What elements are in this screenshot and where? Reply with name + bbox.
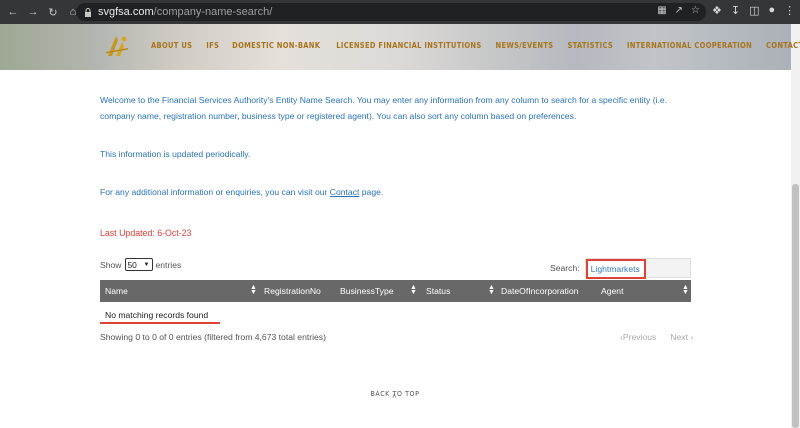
fsa-logo-icon[interactable] — [104, 34, 130, 58]
page-size-control: Show 50 ▼ entries — [100, 258, 181, 271]
search-input[interactable]: Lightmarkets — [584, 258, 691, 279]
menu-ifs[interactable]: IFS — [206, 41, 219, 50]
col-businesstype[interactable]: BusinessType — [340, 286, 394, 296]
page-size-value: 50 — [127, 259, 137, 270]
col-agent[interactable]: Agent — [601, 286, 623, 296]
share-icon[interactable]: ↗ — [675, 5, 683, 16]
side-panel-icon[interactable]: ◫ — [749, 4, 759, 17]
menu-about-us[interactable]: ABOUT US — [151, 41, 192, 50]
forward-icon[interactable]: → — [24, 3, 42, 21]
profile-icon[interactable]: ● — [769, 4, 776, 17]
address-bar[interactable]: svgfsa.com/company-name-search/ ▦ ↗ ☆ — [76, 3, 706, 21]
last-updated: Last Updated: 6-Oct-23 — [100, 228, 192, 238]
translate-icon[interactable]: ▦ — [657, 5, 666, 16]
menu-contact-us[interactable]: CONTACT US — [766, 41, 800, 50]
table-info: Showing 0 to 0 of 0 entries (filtered fr… — [100, 332, 326, 342]
previous-button[interactable]: ‹Previous — [620, 332, 656, 342]
site-header: ABOUT US IFS DOMESTIC NON-BANK LICENSED … — [0, 24, 800, 70]
menu-statistics[interactable]: STATISTICS — [567, 41, 613, 50]
main-menu: ABOUT US IFS DOMESTIC NON-BANK LICENSED … — [151, 41, 800, 50]
intro-paragraph: Welcome to the Financial Services Author… — [100, 95, 668, 121]
col-dateofincorporation[interactable]: DateOfIncorporation — [501, 286, 578, 296]
menu-domestic-non-bank[interactable]: DOMESTIC NON-BANK — [232, 41, 320, 50]
contact-link[interactable]: Contact — [330, 187, 360, 197]
sort-icon[interactable]: ▲ ▼ — [250, 284, 257, 296]
back-to-top-link[interactable]: BACK TO TOP — [0, 390, 790, 398]
table-search: Search: Lightmarkets — [550, 258, 691, 279]
highlight-underline — [100, 322, 220, 324]
pagination: ‹Previous Next › — [620, 332, 693, 342]
show-label: Show — [100, 259, 122, 270]
page-size-select[interactable]: 50 ▼ — [124, 258, 153, 271]
sort-icon[interactable]: ▲ ▼ — [488, 284, 495, 296]
next-label: Next — [670, 332, 688, 342]
bookmark-star-icon[interactable]: ☆ — [691, 5, 700, 16]
url-path: /company-name-search/ — [153, 6, 273, 18]
back-icon[interactable]: ← — [4, 3, 22, 21]
col-registrationno[interactable]: RegistrationNo — [264, 286, 321, 296]
menu-international-cooperation[interactable]: INTERNATIONAL COOPERATION — [627, 41, 752, 50]
extensions-icon[interactable]: ❖ — [712, 4, 722, 17]
contact-note-tail: page. — [359, 187, 384, 197]
menu-kebab-icon[interactable]: ⋮ — [784, 4, 795, 17]
entries-label: entries — [155, 259, 182, 270]
menu-licensed-financial-institutions[interactable]: LICENSED FINANCIAL INSTITUTIONS — [336, 41, 481, 50]
browser-toolbar: ← → ↻ ⌂ svgfsa.com/company-name-search/ … — [0, 0, 800, 24]
sort-icon[interactable]: ▲ ▼ — [682, 284, 689, 296]
lock-icon — [85, 7, 91, 17]
previous-label: Previous — [622, 332, 657, 342]
col-name[interactable]: Name — [105, 286, 128, 296]
empty-message: No matching records found — [105, 310, 209, 320]
url-host: svgfsa.com — [98, 6, 154, 18]
chevron-down-icon: ▼ — [143, 261, 150, 268]
sort-icon[interactable]: ▲ ▼ — [410, 284, 417, 296]
update-note: This information is updated periodically… — [100, 149, 251, 159]
scrollbar-thumb[interactable] — [792, 184, 799, 428]
search-label: Search: — [550, 263, 580, 273]
contact-note: For any additional information or enquir… — [100, 184, 700, 200]
next-arrow-icon: › — [690, 332, 694, 342]
col-status[interactable]: Status — [426, 286, 450, 296]
search-input-value: Lightmarkets — [585, 259, 646, 279]
download-icon[interactable]: ↧ — [731, 4, 740, 17]
table-header: Name ▲ ▼ RegistrationNo BusinessType ▲ ▼ S… — [100, 280, 691, 302]
next-button[interactable]: Next › — [670, 332, 693, 342]
reload-icon[interactable]: ↻ — [44, 3, 62, 21]
menu-news-events[interactable]: NEWS/EVENTS — [496, 41, 554, 50]
contact-note-text: For any additional information or enquir… — [100, 187, 330, 197]
